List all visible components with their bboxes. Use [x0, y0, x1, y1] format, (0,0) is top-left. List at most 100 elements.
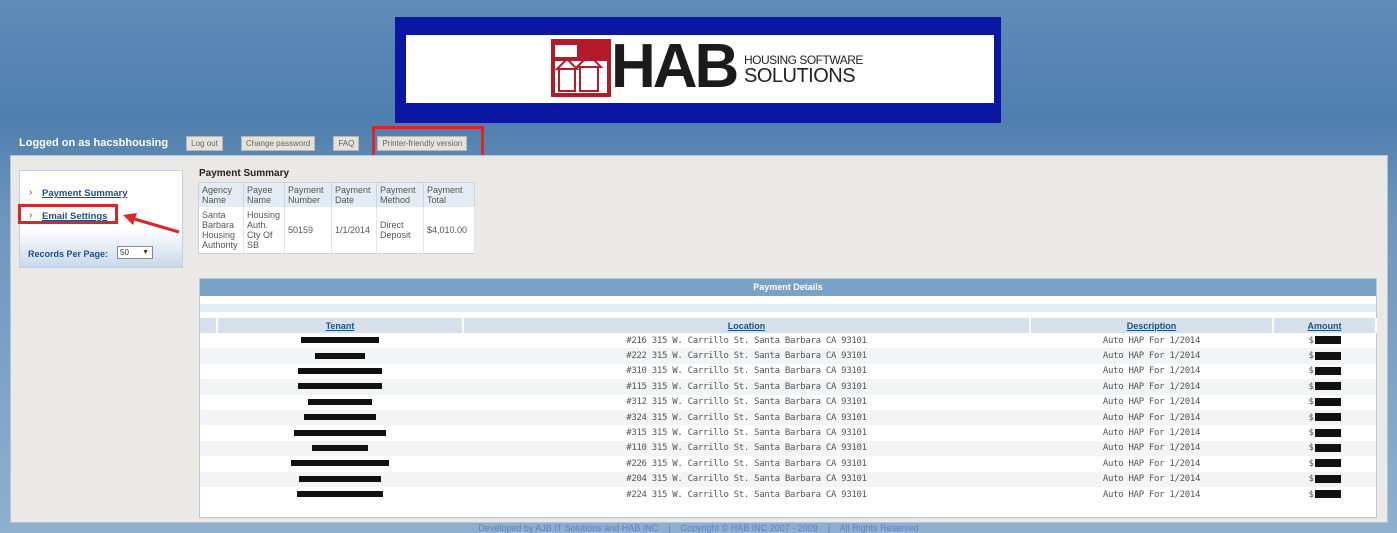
- location-column-header[interactable]: Location: [463, 318, 1031, 333]
- location-cell: #312 315 W. Carrillo St. Santa Barbara C…: [626, 397, 867, 408]
- redacted-block: [315, 352, 365, 359]
- redacted-block: [1314, 397, 1341, 406]
- redacted-block: [301, 337, 379, 344]
- redacted-block: [1314, 474, 1341, 483]
- table-row: #204 315 W. Carrillo St. Santa Barbara C…: [200, 471, 1376, 487]
- redacted-block: [308, 398, 372, 405]
- location-cell: #324 315 W. Carrillo St. Santa Barbara C…: [463, 409, 1030, 426]
- details-spacer: [200, 304, 1376, 312]
- change-password-button[interactable]: Change password: [240, 135, 316, 151]
- description-cell: Auto HAP For 1/2014: [1102, 366, 1201, 377]
- amount-cell: $: [1273, 348, 1376, 364]
- amount-cell: $: [1273, 333, 1376, 348]
- summary-cell: 50159: [284, 207, 332, 254]
- amount-prefix: $: [1308, 381, 1314, 392]
- logo-wordmark: HAB: [611, 32, 739, 101]
- tenant-cell: [217, 487, 463, 502]
- row-spacer: [200, 456, 217, 471]
- amount-prefix: $: [1308, 458, 1314, 469]
- amount-cell: $: [1273, 409, 1376, 426]
- logo-banner: HAB HOUSING SOFTWARE SOLUTIONS: [395, 17, 1001, 123]
- table-row: #324 315 W. Carrillo St. Santa Barbara C…: [200, 409, 1376, 426]
- amount-prefix: $: [1308, 335, 1314, 346]
- payment-details-table: Tenant Location Description Amount #216 …: [200, 318, 1377, 502]
- records-per-page-label: Records Per Page:: [28, 249, 109, 259]
- tenant-cell: [217, 471, 463, 487]
- description-cell: Auto HAP For 1/2014: [1030, 409, 1273, 426]
- tenant-cell: [217, 379, 463, 395]
- details-header-row: Tenant Location Description Amount: [200, 318, 1377, 333]
- payment-details-title: Payment Details: [200, 279, 1376, 296]
- tenant-cell: [217, 395, 463, 410]
- redacted-block: [298, 367, 382, 374]
- amount-cell: $: [1273, 440, 1376, 457]
- redacted-block: [299, 475, 381, 482]
- amount-prefix: $: [1308, 489, 1314, 500]
- description-cell: Auto HAP For 1/2014: [1030, 379, 1273, 395]
- summary-cell: Housing Auth. Cty Of SB: [243, 207, 285, 254]
- amount-cell: $: [1273, 395, 1376, 410]
- location-cell: #224 315 W. Carrillo St. Santa Barbara C…: [626, 489, 867, 500]
- summary-header: Payment Method: [376, 182, 424, 207]
- tenant-cell: [217, 333, 463, 348]
- tenant-column-header[interactable]: Tenant: [217, 318, 464, 333]
- row-spacer: [200, 395, 217, 410]
- row-spacer: [200, 364, 217, 379]
- faq-button[interactable]: FAQ: [333, 135, 360, 151]
- location-cell: #315 315 W. Carrillo St. Santa Barbara C…: [626, 428, 867, 439]
- tenant-cell: [217, 425, 463, 440]
- amount-prefix: $: [1308, 351, 1314, 362]
- summary-cell: Santa Barbara Housing Authority: [198, 207, 244, 254]
- row-spacer: [200, 471, 217, 487]
- payment-summary-title: Payment Summary: [199, 168, 290, 179]
- amount-column-header[interactable]: Amount: [1273, 318, 1377, 333]
- red-arrow-icon: [123, 213, 180, 234]
- table-row: #310 315 W. Carrillo St. Santa Barbara C…: [200, 364, 1376, 379]
- amount-prefix: $: [1308, 428, 1314, 439]
- amount-prefix: $: [1308, 443, 1314, 454]
- amount-cell: $: [1273, 487, 1376, 502]
- description-cell: Auto HAP For 1/2014: [1102, 458, 1201, 469]
- location-cell: #115 315 W. Carrillo St. Santa Barbara C…: [463, 379, 1030, 395]
- redacted-block: [304, 414, 376, 421]
- redacted-block: [294, 429, 386, 436]
- records-per-page-select[interactable]: 50 ▼: [117, 246, 153, 259]
- redacted-block: [298, 383, 382, 390]
- amount-prefix: $: [1308, 412, 1314, 423]
- row-spacer: [200, 487, 217, 502]
- redacted-block: [1314, 413, 1341, 422]
- description-cell: Auto HAP For 1/2014: [1102, 428, 1201, 439]
- amount-cell: $: [1273, 364, 1376, 379]
- row-spacer: [200, 348, 217, 364]
- row-spacer: [200, 425, 217, 440]
- row-spacer: [200, 379, 217, 395]
- details-spacer: [200, 296, 1376, 304]
- sidebar-item-payment-summary[interactable]: Payment Summary: [42, 188, 128, 199]
- records-per-page-value: 50: [120, 248, 129, 257]
- redacted-block: [1314, 382, 1341, 391]
- summary-cell: 1/1/2014: [331, 207, 377, 254]
- redacted-block: [1314, 490, 1341, 499]
- summary-header: Payment Number: [284, 182, 332, 207]
- summary-cell: Direct Deposit: [376, 207, 424, 254]
- table-row: #110 315 W. Carrillo St. Santa Barbara C…: [200, 440, 1376, 457]
- details-header-spacer: [200, 318, 218, 333]
- logout-button[interactable]: Log out: [186, 135, 223, 151]
- redacted-block: [1314, 366, 1341, 375]
- location-cell: #110 315 W. Carrillo St. Santa Barbara C…: [463, 440, 1030, 457]
- top-bar: Logged on as hacsbhousing Log out Change…: [10, 131, 1386, 155]
- summary-data-row: Santa Barbara Housing Authority Housing …: [198, 207, 475, 254]
- table-row: #312 315 W. Carrillo St. Santa Barbara C…: [200, 395, 1376, 410]
- location-cell: #226 315 W. Carrillo St. Santa Barbara C…: [626, 458, 867, 469]
- redacted-block: [1314, 459, 1341, 468]
- redacted-block: [1314, 336, 1341, 345]
- payment-details-section: Payment Details Tenant Location Descript…: [199, 278, 1377, 518]
- amount-cell: $: [1273, 379, 1376, 395]
- table-row: #115 315 W. Carrillo St. Santa Barbara C…: [200, 379, 1376, 395]
- table-row: #315 315 W. Carrillo St. Santa Barbara C…: [200, 425, 1376, 440]
- printer-friendly-highlight: [372, 126, 484, 158]
- redacted-block: [1314, 351, 1341, 360]
- amount-prefix: $: [1308, 366, 1314, 377]
- description-column-header[interactable]: Description: [1030, 318, 1274, 333]
- description-cell: Auto HAP For 1/2014: [1030, 440, 1273, 457]
